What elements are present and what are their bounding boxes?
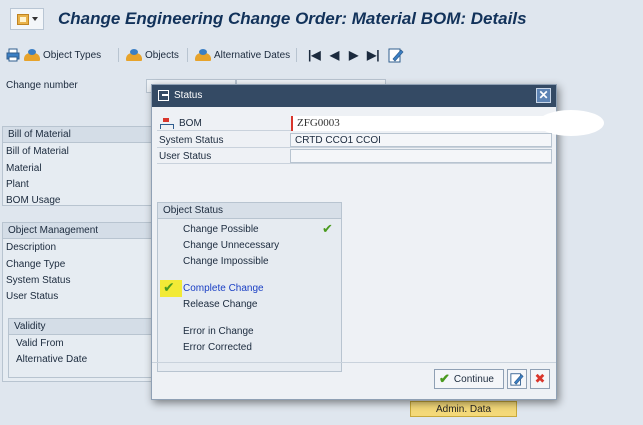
- change-number-label: Change number: [6, 80, 78, 91]
- bom-row-label: Bill of Material: [6, 146, 69, 157]
- object-management-header: Object Management: [3, 223, 155, 239]
- edit-status-button[interactable]: [507, 369, 527, 389]
- people-icon: [195, 49, 211, 61]
- cancel-button[interactable]: ✖: [530, 369, 550, 389]
- bom-label: BOM: [179, 118, 202, 129]
- bom-value: ZFG0003: [297, 117, 340, 129]
- object-types-button[interactable]: Object Types: [24, 46, 101, 64]
- system-status-row: System Status CRTD CCO1 CCOI: [157, 133, 552, 148]
- bom-row: BOM ZFG0003: [157, 110, 604, 136]
- checkmark-icon: ✔: [439, 371, 450, 386]
- next-page-icon: ▶: [349, 48, 359, 62]
- print-button[interactable]: [6, 46, 20, 64]
- objects-label: Objects: [145, 49, 179, 61]
- status-change-possible[interactable]: Change Possible: [183, 224, 259, 235]
- description-row-label: Description: [6, 242, 57, 253]
- dialog-footer-divider: [152, 362, 556, 363]
- user-status-row-label: User Status: [6, 291, 59, 302]
- first-page-button[interactable]: |◀: [308, 46, 321, 64]
- objects-button[interactable]: Objects: [126, 46, 179, 64]
- people-icon: [126, 49, 142, 61]
- status-error-in-change[interactable]: Error in Change: [183, 326, 254, 337]
- plant-row-label: Plant: [6, 179, 29, 190]
- menu-icon[interactable]: [10, 8, 44, 30]
- user-status-field[interactable]: [290, 149, 552, 163]
- dialog-title: Status: [174, 90, 203, 101]
- object-types-label: Object Types: [43, 49, 102, 61]
- previous-page-icon: ◀: [330, 48, 340, 62]
- chevron-down-icon: [31, 17, 38, 21]
- valid-from-row-label: Valid From: [16, 338, 64, 349]
- toolbar-separator: [118, 48, 119, 62]
- complete-change-check-icon[interactable]: ✔: [160, 280, 182, 297]
- user-status-row: User Status: [157, 149, 552, 164]
- title-bar: Change Engineering Change Order: Materia…: [0, 0, 643, 38]
- continue-label: Continue: [453, 373, 494, 385]
- admin-data-button[interactable]: Admin. Data: [410, 401, 517, 417]
- status-dialog: Status ✕ BOM ZFG0003 System Status CRTD …: [151, 84, 604, 400]
- next-page-button[interactable]: ▶: [349, 46, 358, 64]
- last-page-icon: ▶|: [367, 48, 380, 62]
- dialog-body: BOM ZFG0003 System Status CRTD CCO1 CCOI…: [152, 107, 604, 399]
- alternative-date-row-label: Alternative Date: [16, 354, 88, 365]
- first-page-icon: |◀: [308, 48, 321, 62]
- alternative-dates-button[interactable]: Alternative Dates: [195, 46, 290, 64]
- bom-icon: [160, 118, 174, 129]
- edit-button[interactable]: [388, 46, 404, 64]
- user-status-label: User Status: [159, 151, 212, 162]
- edit-icon: [510, 373, 524, 386]
- dialog-icon: [158, 90, 169, 101]
- change-type-row-label: Change Type: [6, 259, 66, 270]
- system-status-label: System Status: [159, 135, 224, 146]
- status-error-corrected[interactable]: Error Corrected: [183, 342, 252, 353]
- validity-header: Validity: [9, 319, 151, 335]
- object-status-header: Object Status: [158, 203, 341, 219]
- previous-page-button[interactable]: ◀: [330, 46, 339, 64]
- checkmark-icon: ✔: [322, 222, 333, 237]
- edit-icon: [388, 48, 404, 63]
- status-change-impossible[interactable]: Change Impossible: [183, 256, 269, 267]
- close-icon[interactable]: ✕: [536, 88, 551, 103]
- material-row-label: Material: [6, 163, 42, 174]
- printer-icon: [6, 48, 20, 62]
- status-release-change[interactable]: Release Change: [183, 299, 258, 310]
- toolbar: Object Types Objects Alternative Dates |…: [0, 40, 643, 72]
- bom-field[interactable]: ZFG0003: [291, 110, 604, 136]
- bill-of-material-header: Bill of Material: [3, 127, 155, 143]
- alternative-dates-label: Alternative Dates: [214, 49, 291, 61]
- cancel-icon: ✖: [534, 371, 546, 387]
- bom-usage-row-label: BOM Usage: [6, 195, 61, 206]
- page-title: Change Engineering Change Order: Materia…: [58, 9, 527, 28]
- object-status-group: Object Status Change Possible ✔ Change U…: [157, 202, 342, 372]
- toolbar-separator: [187, 48, 188, 62]
- toolbar-separator: [296, 48, 297, 62]
- status-complete-change[interactable]: Complete Change: [183, 283, 264, 294]
- continue-button[interactable]: ✔ Continue: [434, 369, 504, 389]
- status-change-unnecessary[interactable]: Change Unnecessary: [183, 240, 279, 251]
- last-page-button[interactable]: ▶|: [367, 46, 380, 64]
- system-status-field: CRTD CCO1 CCOI: [290, 133, 552, 147]
- people-icon: [24, 49, 40, 61]
- system-status-row-label: System Status: [6, 275, 71, 286]
- dialog-header: Status ✕: [152, 85, 556, 107]
